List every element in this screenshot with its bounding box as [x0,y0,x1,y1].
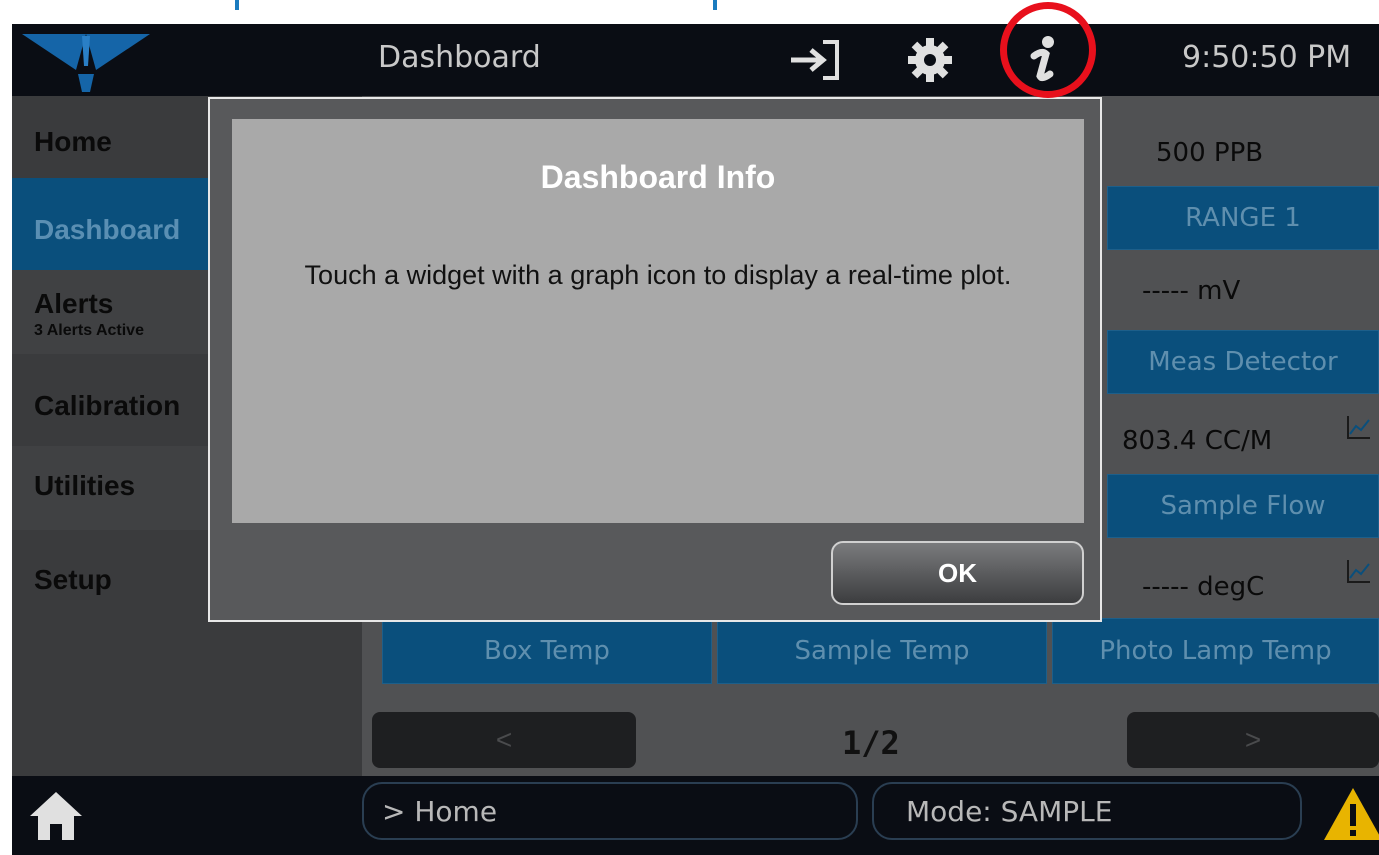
device-screen: Dashboard 9:50:50 PM Home Dashboard Aler… [12,24,1379,855]
logout-icon[interactable] [780,32,850,88]
dialog-title: Dashboard Info [540,159,776,195]
sidebar-item-label: Utilities [34,470,136,501]
box-temp-widget[interactable]: Box Temp [382,618,712,684]
range-widget[interactable]: RANGE 1 [1107,186,1379,250]
flow-value: 803.4 CC/M [1122,426,1273,456]
breadcrumb[interactable]: > Home [362,782,858,840]
top-marker [235,0,239,10]
next-page-button[interactable]: > [1127,712,1379,768]
info-dialog: Dashboard Info Touch a widget with a gra… [208,97,1102,622]
clock: 9:50:50 PM [1182,40,1352,75]
warning-icon[interactable] [1322,786,1379,842]
sidebar-item-label: Setup [34,564,112,595]
home-icon[interactable] [28,790,84,842]
dialog-message: Touch a widget with a graph icon to disp… [304,260,1012,290]
gear-icon[interactable] [898,32,962,88]
dialog-body: Dashboard Info Touch a widget with a gra… [232,119,1084,523]
ok-button[interactable]: OK [831,541,1084,605]
photo-lamp-temp-widget[interactable]: Photo Lamp Temp [1052,618,1379,684]
sidebar-item-label: Calibration [34,390,181,421]
bottom-bar: > Home Mode: SAMPLE [12,776,1379,855]
page-title: Dashboard [378,40,541,75]
top-bar: Dashboard 9:50:50 PM [12,24,1379,96]
flow-widget[interactable]: Sample Flow [1107,474,1379,538]
mode-indicator: Mode: SAMPLE [872,782,1302,840]
top-marker [713,0,717,10]
highlight-circle [1000,2,1096,98]
detector-value: ----- mV [1142,276,1241,306]
sidebar-item-label: Alerts [34,288,114,319]
page-indicator: 1/2 [842,724,900,762]
sidebar-item-label: Home [34,126,112,157]
prev-page-button[interactable]: < [372,712,636,768]
graph-icon [1347,416,1370,439]
detector-widget[interactable]: Meas Detector [1107,330,1379,394]
range-value: 500 PPB [1156,138,1264,168]
temp-value: ----- degC [1142,572,1265,602]
sample-temp-widget[interactable]: Sample Temp [717,618,1047,684]
graph-icon [1347,560,1370,583]
logo-icon [22,34,150,92]
sidebar-item-label: Dashboard [34,214,181,245]
